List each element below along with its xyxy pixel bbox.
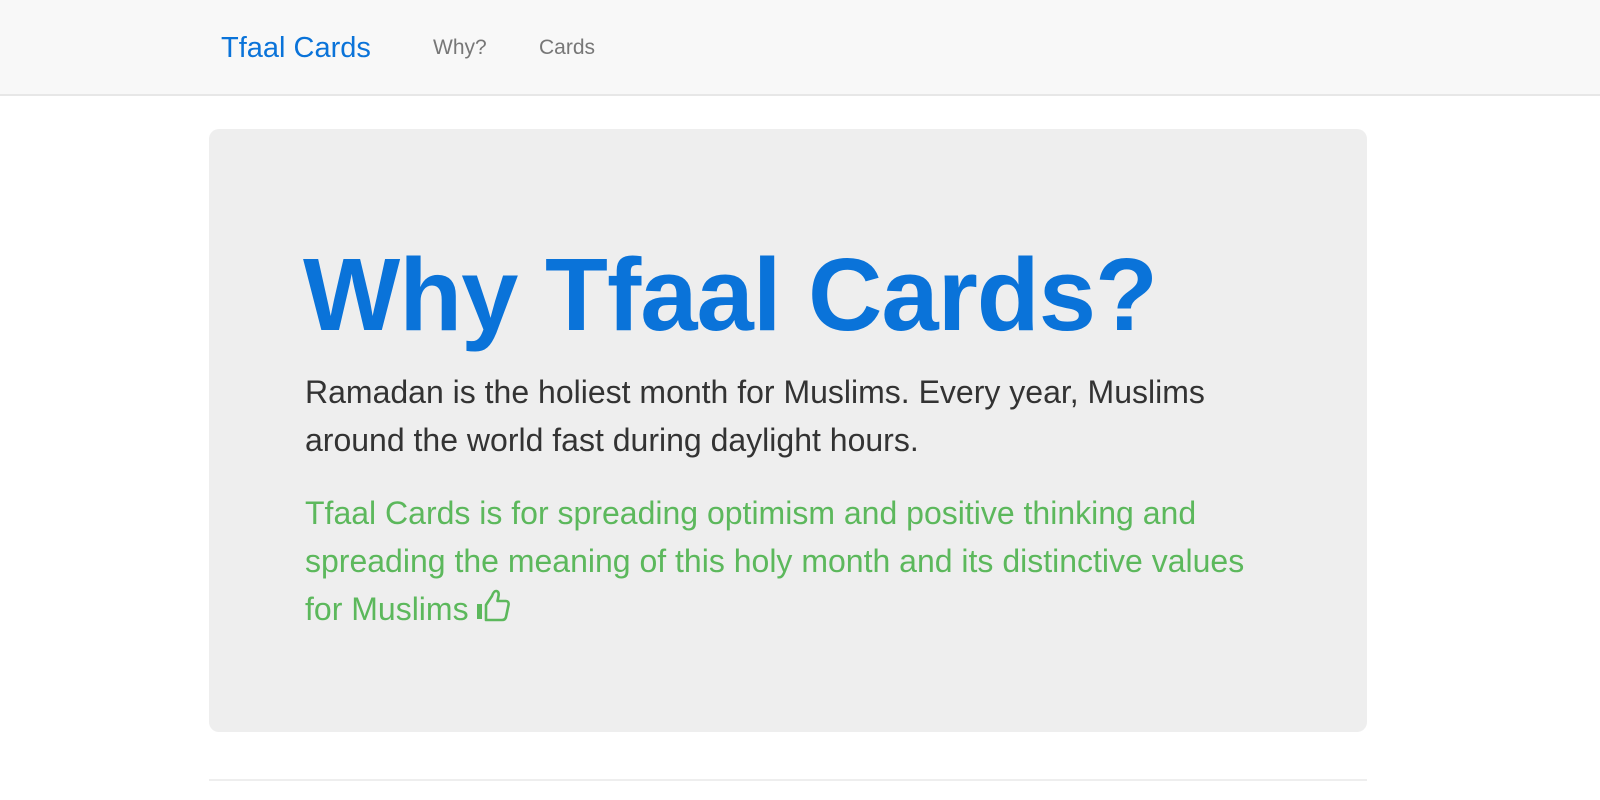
intro-paragraph: Ramadan is the holiest month for Muslims… bbox=[305, 374, 1205, 458]
page-title: Why Tfaal Cards? bbox=[303, 237, 1158, 352]
top-navbar: Tfaal Cards Why? Cards bbox=[0, 0, 1600, 96]
section-divider bbox=[209, 779, 1367, 781]
brand-link[interactable]: Tfaal Cards bbox=[221, 30, 371, 66]
mission-paragraph: Tfaal Cards is for spreading optimism an… bbox=[305, 489, 1265, 633]
nav-link-why[interactable]: Why? bbox=[433, 34, 487, 62]
thumbs-up-icon bbox=[475, 588, 511, 624]
jumbotron: Why Tfaal Cards? Ramadan is the holiest … bbox=[209, 129, 1367, 732]
nav-link-cards[interactable]: Cards bbox=[539, 34, 595, 62]
mission-text: Tfaal Cards is for spreading optimism an… bbox=[305, 495, 1245, 627]
